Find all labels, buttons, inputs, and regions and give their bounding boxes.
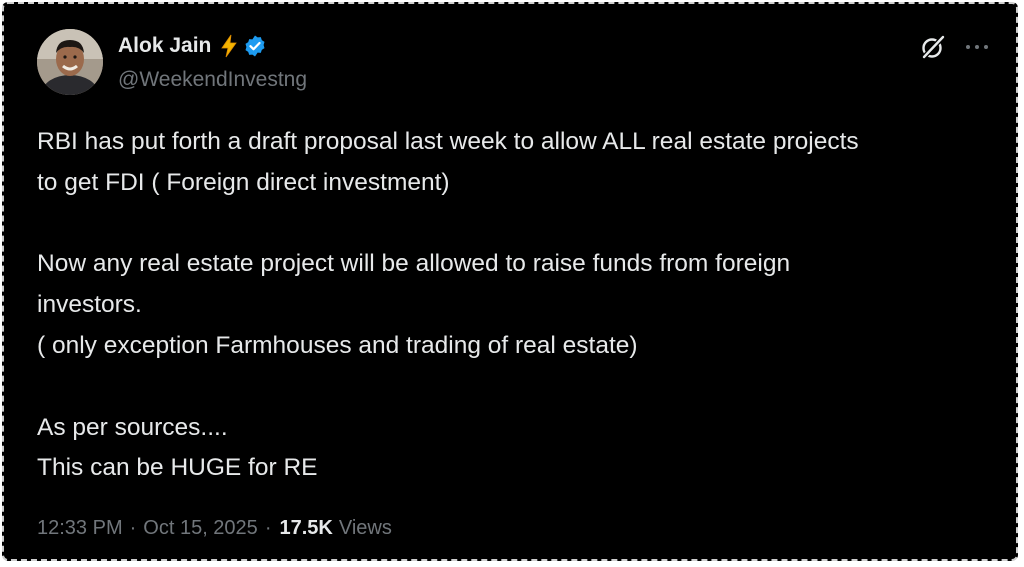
- verified-badge-icon[interactable]: [243, 34, 267, 58]
- more-options-icon[interactable]: [962, 34, 992, 60]
- tweet-time[interactable]: 12:33 PM: [37, 517, 123, 540]
- grok-icon[interactable]: [920, 34, 946, 60]
- tweet-date[interactable]: Oct 15, 2025: [143, 517, 258, 540]
- tweet-card: Alok Jain @WeekendInvestng RBI has put f: [2, 2, 1018, 561]
- author-display-name[interactable]: Alok Jain: [118, 34, 211, 58]
- lightning-bolt-icon: [219, 34, 239, 58]
- meta-separator: ·: [129, 517, 137, 539]
- person-avatar-icon: [37, 29, 103, 95]
- meta-separator: ·: [264, 517, 272, 539]
- tweet-text: RBI has put forth a draft proposal last …: [37, 128, 859, 482]
- author-handle[interactable]: @WeekendInvestng: [118, 68, 307, 92]
- views-label: Views: [338, 517, 392, 539]
- views-count[interactable]: 17.5K: [279, 517, 332, 540]
- tweet-meta: 12:33 PM · Oct 15, 2025 · 17.5K Views: [37, 517, 392, 540]
- avatar[interactable]: [37, 29, 103, 95]
- author-name-row: Alok Jain: [118, 32, 267, 60]
